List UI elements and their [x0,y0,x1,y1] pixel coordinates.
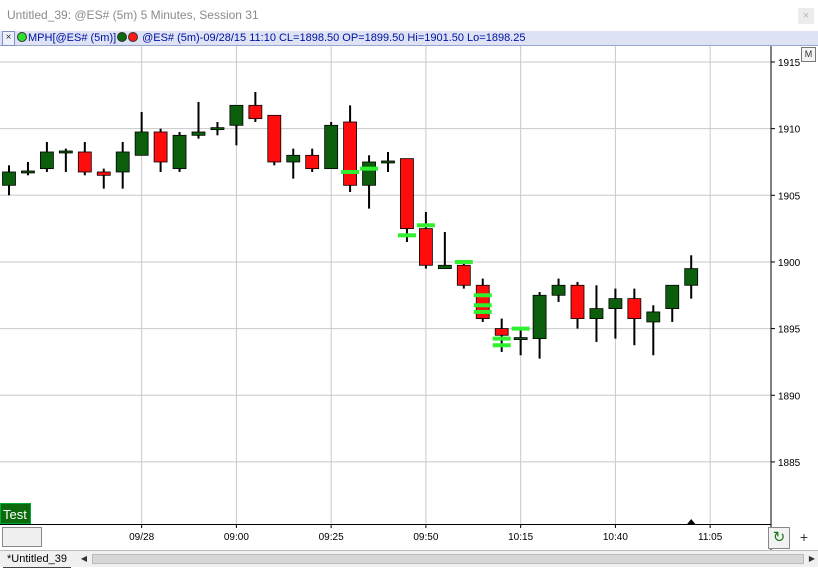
chart-scroll-indicator[interactable] [2,527,42,547]
y-tick-label: 1900 [778,258,801,269]
candle-up[interactable] [58,150,73,154]
x-tick-label: 09:25 [319,532,344,543]
chart-menu-button[interactable]: M [801,47,816,62]
candle-down[interactable] [494,328,509,336]
y-tick-label: 1895 [778,325,801,336]
refresh-icon[interactable]: ↻ [768,527,790,549]
indicator-marker [454,259,473,264]
down-color-icon [128,32,138,42]
candle-up[interactable] [172,134,187,170]
horizontal-scrollbar[interactable]: ◀ ▶ [78,553,818,565]
legend-bar: × MPH[@ES# (5m)] @ES# (5m)-09/28/15 11:1… [0,31,818,46]
y-tick-label: 1910 [778,125,801,136]
candle-down[interactable] [456,264,471,286]
candle-up[interactable] [134,131,149,156]
close-legend-icon[interactable]: × [2,31,15,46]
window-title-bar: Untitled_39: @ES# (5m) 5 Minutes, Sessio… [0,0,818,32]
x-tick-label: 09:00 [224,532,249,543]
test-label: Test [0,503,31,524]
candle-up[interactable] [324,124,339,170]
symbol-legend-label: @ES# (5m)-09/28/15 11:10 CL=1898.50 OP=1… [142,32,526,44]
candle-down[interactable] [343,121,358,186]
indicator-marker [341,169,360,174]
candle-up[interactable] [40,151,54,170]
close-window-button[interactable]: × [798,8,814,24]
candle-up[interactable] [381,160,395,164]
candle-up[interactable] [513,337,528,340]
tab-untitled-39[interactable]: *Untitled_39 [3,552,71,568]
candle-up[interactable] [589,308,604,320]
candle-up[interactable] [21,170,35,174]
scroll-right-icon[interactable]: ▶ [806,553,818,565]
price-chart[interactable]: 1915 1910 1905 1900 1895 1890 1885 09/28 09:00 09… [0,46,818,550]
candle-down[interactable] [627,298,642,320]
candle-down[interactable] [153,131,168,163]
candle-down[interactable] [570,284,585,320]
candle-down[interactable] [96,171,111,176]
candle-down[interactable] [267,114,282,163]
x-tick-label: 10:15 [508,532,533,543]
candle-up[interactable] [362,161,376,186]
plot-area[interactable] [0,46,771,524]
candle-up[interactable] [191,131,206,136]
indicator-marker [360,166,379,171]
scroll-left-icon[interactable]: ◀ [78,553,90,565]
indicator-marker [473,303,492,308]
indicator-marker [473,309,492,314]
candle-up[interactable] [229,104,244,126]
indicator-legend-label: MPH[@ES# (5m)] [28,32,117,44]
symbol-legend-item[interactable]: @ES# (5m)-09/28/15 11:10 CL=1898.50 OP=1… [117,32,525,44]
y-tick-label: 1885 [778,458,801,469]
indicator-marker [397,233,416,238]
indicator-marker [492,336,511,341]
indicator-marker [511,326,530,331]
x-tick-label: 09:50 [413,532,438,543]
indicator-legend-item[interactable]: MPH[@ES# (5m)] [17,32,116,44]
y-tick-label: 1890 [778,391,801,402]
candle-up[interactable] [286,154,301,163]
candle-up[interactable] [115,151,130,173]
indicator-marker [473,293,492,298]
window-title: Untitled_39: @ES# (5m) 5 Minutes, Sessio… [7,8,259,22]
candle-up[interactable] [532,294,547,339]
candle-up[interactable] [2,171,16,186]
indicator-marker [416,223,435,228]
candle-up[interactable] [608,298,623,310]
candle-down[interactable] [418,228,433,266]
y-tick-label: 1915 [778,58,801,69]
candle-up[interactable] [665,284,680,310]
indicator-marker [492,343,511,348]
candle-up[interactable] [684,268,699,286]
candle-down[interactable] [400,158,414,230]
indicator-color-icon [17,32,27,42]
candle-up[interactable] [210,127,225,131]
candle-up[interactable] [437,264,452,270]
x-tick-label: 09/28 [129,532,154,543]
up-color-icon [117,32,127,42]
x-tick-label: 11:05 [698,532,723,543]
candle-down[interactable] [248,104,263,120]
add-icon[interactable]: + [794,527,814,547]
candle-up[interactable] [646,311,661,323]
candle-down[interactable] [305,154,320,170]
scrollbar-thumb[interactable] [92,554,804,564]
candle-up[interactable] [551,284,566,296]
bottom-bar: *Untitled_39 ◀ ▶ [0,550,818,568]
y-tick-label: 1905 [778,191,801,202]
x-tick-label: 10:40 [603,532,628,543]
candle-down[interactable] [77,151,92,173]
